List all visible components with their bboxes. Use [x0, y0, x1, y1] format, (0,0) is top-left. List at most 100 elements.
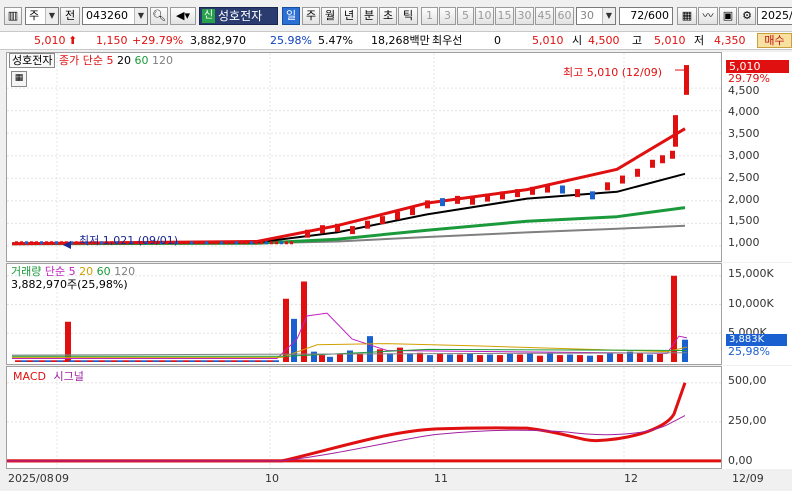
- stock-badge: 신: [202, 9, 215, 23]
- mode-button[interactable]: 전: [60, 7, 80, 25]
- price-y-label: 2,500: [728, 171, 760, 184]
- open-label: 시: [572, 34, 583, 47]
- date-value: 2025/: [761, 9, 792, 22]
- candle-flat: [40, 241, 43, 245]
- candle: [515, 189, 520, 198]
- tab-weekly[interactable]: 주: [302, 7, 320, 25]
- tab-second[interactable]: 초: [379, 7, 397, 25]
- candle: [590, 191, 595, 200]
- ma-5-label: 5: [106, 54, 114, 67]
- period-type-value: 주: [29, 9, 40, 22]
- volume-bar: [527, 353, 533, 362]
- candle: [545, 184, 550, 193]
- candle: [485, 193, 490, 202]
- volume-value: 3,882,970: [190, 34, 246, 47]
- minute-15-button[interactable]: 15: [495, 7, 514, 25]
- price-y-label: 3,500: [728, 127, 760, 140]
- volume-bar: [33, 360, 39, 362]
- search-button[interactable]: 🔍︎: [150, 7, 168, 25]
- minute-10-button[interactable]: 10: [475, 7, 494, 25]
- candle: [560, 185, 565, 194]
- candle-big: [673, 115, 678, 147]
- panel-toggle-icon[interactable]: ▥: [4, 7, 22, 25]
- volume-bar: [123, 360, 129, 362]
- tab-tick[interactable]: 틱: [398, 7, 418, 25]
- volume-bar: [337, 353, 343, 362]
- date-input[interactable]: 2025/: [757, 7, 792, 25]
- candle-flat: [30, 241, 33, 245]
- candle-flat: [280, 241, 283, 245]
- volume-bar: [183, 360, 189, 362]
- candle: [635, 168, 640, 177]
- candle-flat: [50, 241, 53, 245]
- interval-select[interactable]: 30 ▼: [576, 7, 616, 25]
- volume-bar: [243, 360, 249, 362]
- candle: [335, 223, 340, 232]
- buy-label: 매수: [764, 34, 785, 47]
- candle: [650, 159, 655, 168]
- tab-daily[interactable]: 일: [282, 7, 300, 25]
- volume-bar: [397, 347, 403, 362]
- stock-name-box[interactable]: 신 성호전자: [199, 7, 278, 25]
- volume-bar: [447, 354, 453, 362]
- candle: [660, 155, 665, 164]
- chart-settings-button[interactable]: ▦: [677, 7, 697, 25]
- volume-bar: [387, 353, 393, 362]
- candle-flat: [285, 241, 288, 245]
- chart-tool-button[interactable]: 〰: [698, 7, 718, 25]
- volume-bar: [319, 355, 325, 362]
- count-input[interactable]: 72/600: [619, 7, 673, 25]
- count-total: /600: [644, 9, 669, 22]
- price-chart-panel[interactable]: 성호전자 종가 단순 5 20 60 120 ▦ 최고 5,010 (12/09…: [6, 52, 722, 262]
- settings-button[interactable]: ⚙: [738, 7, 756, 25]
- best-label: 최우선: [432, 34, 463, 47]
- candle-flat: [225, 241, 228, 245]
- minute-30-button[interactable]: 30: [515, 7, 534, 25]
- buy-button[interactable]: 매수: [757, 33, 792, 48]
- price-change: 1,150: [96, 34, 128, 47]
- tab-yearly[interactable]: 년: [340, 7, 358, 25]
- macd-chart-panel[interactable]: MACD 시그널: [6, 366, 722, 469]
- volume-bar: [129, 360, 135, 362]
- volume-bar: [437, 353, 443, 362]
- tab-minute[interactable]: 분: [360, 7, 378, 25]
- candle: [620, 175, 625, 184]
- crosshair-icon[interactable]: ▦: [11, 71, 27, 87]
- minute-1-button[interactable]: 1: [421, 7, 438, 25]
- speaker-icon: ◀▾: [176, 9, 190, 22]
- minute-60-button[interactable]: 60: [555, 7, 574, 25]
- volume-bar: [261, 360, 267, 362]
- volume-current: 3,882,970주(25,98%): [11, 278, 128, 291]
- volume-bar: [327, 356, 333, 362]
- best-price: 5,010: [532, 34, 564, 47]
- candle-flat: [180, 241, 183, 245]
- sound-button[interactable]: ◀▾: [170, 7, 196, 25]
- candle-flat: [265, 241, 268, 245]
- candle: [455, 195, 460, 204]
- volume-bar: [487, 354, 493, 362]
- volume-bar: [557, 355, 563, 362]
- macd-y-label: 0,00: [728, 454, 753, 467]
- volume-chart-panel[interactable]: 거래량 단순 5 20 60 120 3,882,970주(25,98%): [6, 263, 722, 365]
- volume-bar: [45, 360, 51, 362]
- candle-flat: [235, 241, 238, 245]
- minute-3-button[interactable]: 3: [439, 7, 456, 25]
- high-annotation: 최고 5,010 (12/09): [563, 66, 663, 79]
- stock-code-input[interactable]: 043260 ▼: [82, 7, 148, 25]
- save-button[interactable]: ▣: [719, 7, 737, 25]
- price-y-label: 2,000: [728, 193, 760, 206]
- volume-bar: [407, 353, 413, 362]
- volume-ma-title: 단순: [44, 265, 66, 278]
- period-type-select[interactable]: 주 ▼: [25, 7, 59, 25]
- volume-bar: [75, 360, 81, 362]
- macd-legend: MACD 시그널: [13, 370, 84, 383]
- tab-monthly[interactable]: 월: [321, 7, 339, 25]
- volume-bar: [219, 360, 225, 362]
- stock-label: 성호전자: [9, 53, 56, 68]
- minute-45-button[interactable]: 45: [535, 7, 554, 25]
- minute-5-button[interactable]: 5: [457, 7, 474, 25]
- candle-flat: [205, 241, 208, 245]
- high-label: 고: [632, 34, 643, 47]
- candle-flat: [190, 241, 193, 245]
- volume-legend: 거래량 단순 5 20 60 120: [11, 265, 135, 278]
